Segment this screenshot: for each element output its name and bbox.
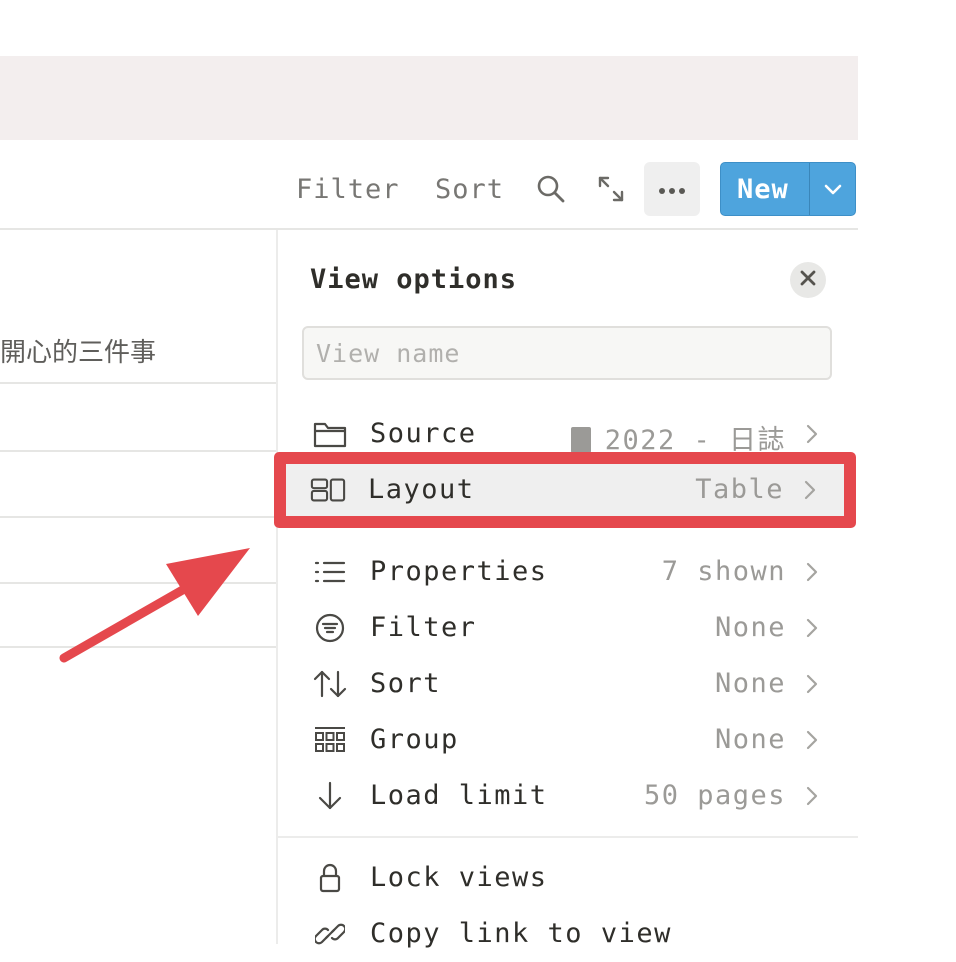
- page-cover-banner: [0, 56, 858, 140]
- table-cell[interactable]: 開心的三件事: [0, 332, 156, 369]
- chevron-right-icon: [804, 422, 820, 446]
- more-icon: [657, 180, 687, 199]
- layout-icon: [310, 474, 346, 506]
- more-options-button[interactable]: [644, 162, 700, 216]
- view-options-panel: View options Source 2022 - 日誌: [276, 230, 858, 944]
- option-label: Source: [370, 418, 477, 449]
- folder-icon: [312, 418, 348, 450]
- expand-icon[interactable]: [594, 172, 628, 206]
- panel-title: View options: [310, 264, 518, 295]
- database-toolbar: Filter Sort New: [0, 162, 858, 218]
- new-button[interactable]: New: [720, 162, 856, 216]
- new-button-label: New: [737, 174, 789, 205]
- option-layout[interactable]: Layout Table: [276, 462, 854, 518]
- table-row-divider: [0, 450, 276, 452]
- close-icon: [800, 270, 816, 290]
- sort-button[interactable]: Sort: [435, 174, 504, 205]
- database-icon: [570, 427, 591, 453]
- option-value: Table: [695, 474, 784, 505]
- view-name-input[interactable]: [302, 326, 832, 380]
- close-button[interactable]: [790, 262, 826, 298]
- new-button-divider: [809, 163, 810, 215]
- chevron-right-icon: [802, 478, 818, 502]
- search-icon[interactable]: [534, 172, 568, 206]
- chevron-down-icon[interactable]: [817, 175, 849, 205]
- filter-button[interactable]: Filter: [296, 174, 400, 205]
- option-label: Layout: [368, 474, 475, 505]
- table-row-divider: [0, 516, 276, 518]
- table-row-divider: [0, 382, 276, 384]
- annotation-arrow-icon: [59, 548, 250, 663]
